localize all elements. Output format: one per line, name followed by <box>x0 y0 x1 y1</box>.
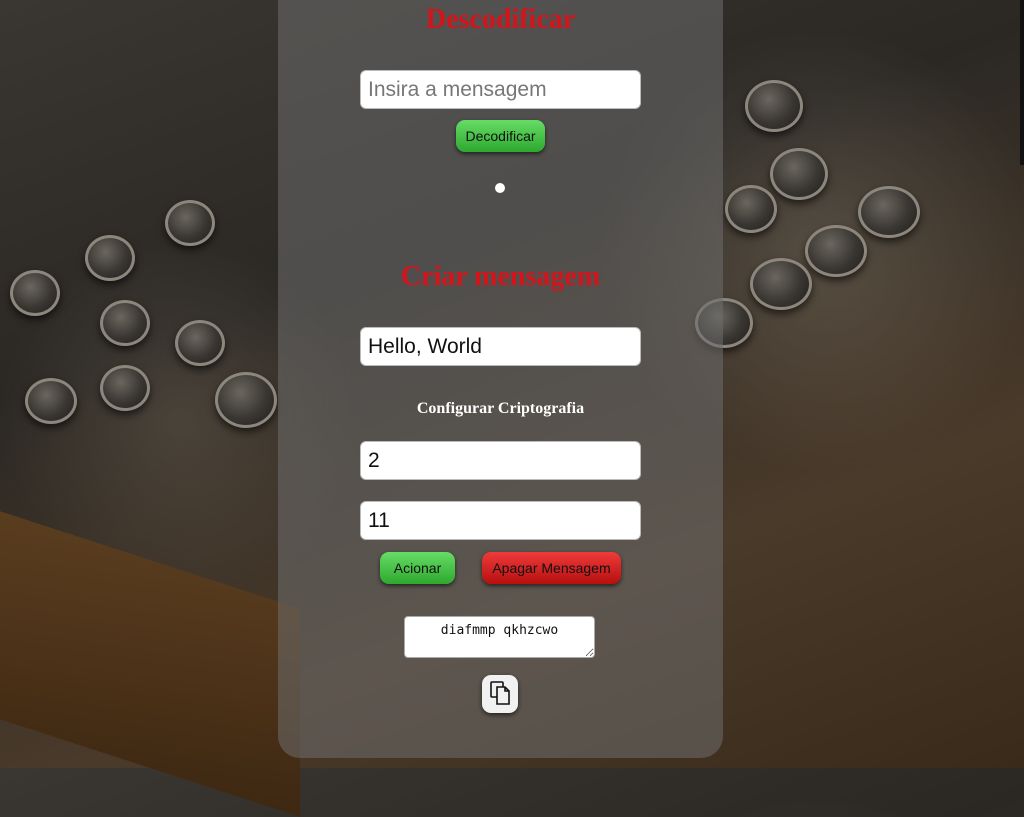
background-key <box>770 148 828 200</box>
copy-button[interactable] <box>482 675 518 713</box>
background-key <box>725 185 777 233</box>
background-key <box>805 225 867 277</box>
background-key <box>175 320 225 366</box>
key2-input[interactable] <box>360 501 641 540</box>
background-key <box>745 80 803 132</box>
message-input[interactable] <box>360 327 641 366</box>
background-key <box>100 300 150 346</box>
loading-dot <box>495 183 505 193</box>
decode-input[interactable] <box>360 70 641 109</box>
background-key <box>100 365 150 411</box>
create-title: Criar mensagem <box>400 261 601 292</box>
background-key <box>858 186 920 238</box>
copy-icon <box>489 680 511 708</box>
main-panel: Descodificar Decodificar Criar mensagem … <box>278 0 723 758</box>
background-key <box>85 235 135 281</box>
background-key <box>165 200 215 246</box>
background-key <box>25 378 77 424</box>
background-key <box>215 372 277 428</box>
background-edge <box>1020 0 1024 165</box>
background-key <box>750 258 812 310</box>
background-wood <box>0 511 300 817</box>
clear-message-button[interactable]: Apagar Mensagem <box>482 552 621 584</box>
decode-title: Descodificar <box>425 4 576 35</box>
config-title: Configurar Criptografia <box>416 400 585 417</box>
background-key <box>10 270 60 316</box>
decode-button[interactable]: Decodificar <box>456 120 545 152</box>
encrypted-output[interactable]: diafmmp qkhzcwo <box>404 616 595 658</box>
add-button[interactable]: Acionar <box>380 552 455 584</box>
key1-input[interactable] <box>360 441 641 480</box>
